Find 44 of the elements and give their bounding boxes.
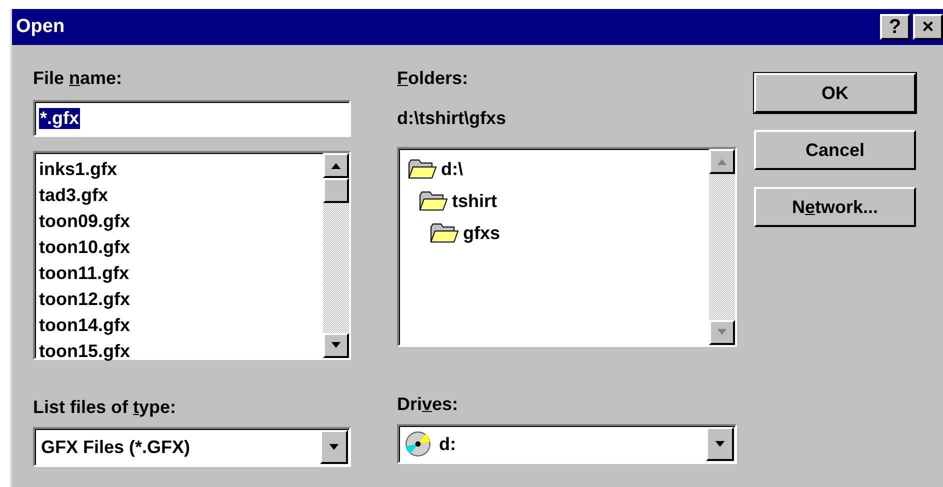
folders-label: Folders: — [397, 67, 470, 90]
dropdown-button[interactable] — [320, 430, 348, 464]
scroll-up-button[interactable] — [709, 149, 735, 174]
file-item[interactable]: toon14.gfx — [39, 312, 130, 338]
window-title: Open — [16, 16, 65, 38]
folder-item[interactable]: gfxs — [463, 220, 500, 246]
file-item[interactable]: toon12.gfx — [39, 286, 130, 312]
file-name-label: File name: — [33, 67, 124, 90]
scrollbar[interactable] — [323, 153, 349, 358]
folder-icon — [418, 190, 448, 212]
file-name-field[interactable]: *.gfx — [33, 100, 351, 137]
help-button[interactable]: ? — [880, 14, 910, 40]
network-button[interactable]: Network... — [754, 187, 916, 227]
file-item[interactable]: inks1.gfx — [39, 156, 118, 182]
file-item[interactable]: toon15.gfx — [39, 338, 130, 364]
file-type-label: List files of type: — [33, 396, 178, 419]
cancel-button[interactable]: Cancel — [754, 130, 916, 170]
scroll-thumb[interactable] — [323, 178, 349, 203]
file-item[interactable]: tad3.gfx — [39, 182, 108, 208]
up-arrow-icon — [716, 158, 728, 165]
file-type-dropdown[interactable]: GFX Files (*.GFX) — [33, 427, 351, 467]
file-item[interactable]: toon11.gfx — [39, 260, 130, 286]
drives-label: Drives: — [397, 393, 460, 416]
up-arrow-icon — [330, 162, 342, 169]
scrollbar[interactable] — [709, 149, 735, 345]
down-arrow-icon — [330, 342, 342, 349]
folder-icon — [407, 158, 437, 180]
folder-item[interactable]: d:\ — [441, 156, 463, 182]
drives-dropdown[interactable]: d: — [397, 424, 737, 464]
folder-item[interactable]: tshirt — [452, 188, 497, 214]
current-path: d:\tshirt\gfxs — [397, 107, 508, 130]
scroll-up-button[interactable] — [323, 153, 349, 178]
ok-button[interactable]: OK — [754, 73, 916, 113]
file-item[interactable]: toon10.gfx — [39, 234, 130, 260]
cd-icon — [405, 431, 431, 457]
scroll-down-button[interactable] — [323, 333, 349, 358]
down-arrow-icon — [328, 444, 340, 450]
down-arrow-icon — [714, 440, 726, 448]
dropdown-button[interactable] — [706, 427, 734, 461]
folder-icon — [429, 222, 459, 244]
scroll-down-button[interactable] — [709, 320, 735, 345]
file-item[interactable]: toon09.gfx — [39, 208, 130, 234]
down-arrow-icon — [716, 329, 728, 336]
close-button[interactable]: × — [913, 14, 943, 40]
